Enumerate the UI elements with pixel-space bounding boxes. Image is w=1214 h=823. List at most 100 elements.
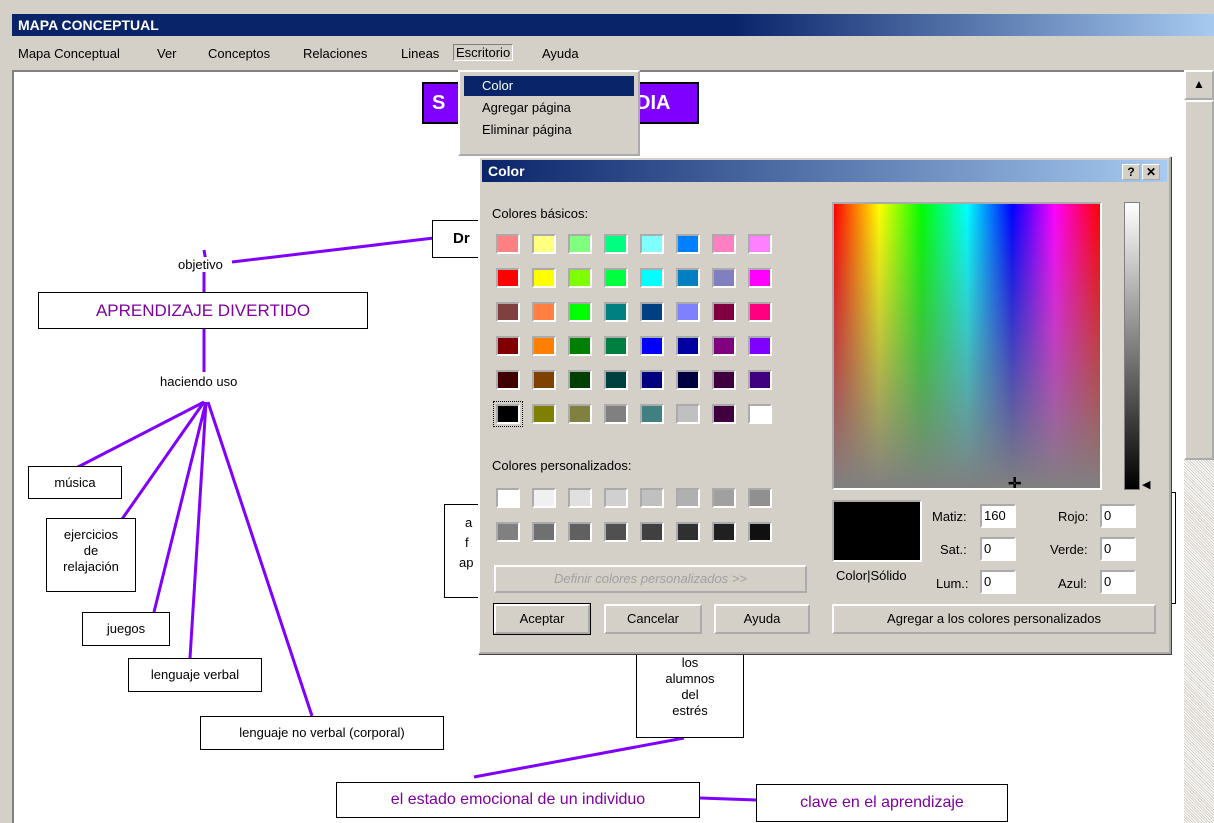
menu-ayuda[interactable]: Ayuda (542, 46, 579, 61)
basic-swatch[interactable] (712, 370, 736, 390)
concept-ejercicios[interactable]: ejercicios de relajación (46, 518, 136, 592)
basic-swatch[interactable] (496, 234, 520, 254)
basic-swatch[interactable] (748, 302, 772, 322)
link-objetivo[interactable]: objetivo (178, 257, 223, 272)
rojo-field[interactable]: 0 (1100, 504, 1136, 528)
basic-swatch[interactable] (712, 234, 736, 254)
basic-swatch[interactable] (748, 370, 772, 390)
custom-swatch[interactable] (568, 488, 592, 508)
basic-swatch[interactable] (568, 370, 592, 390)
azul-field[interactable]: 0 (1100, 570, 1136, 594)
basic-swatch[interactable] (604, 268, 628, 288)
concept-aprendizaje-divertido[interactable]: APRENDIZAJE DIVERTIDO (38, 292, 368, 329)
basic-swatch[interactable] (604, 234, 628, 254)
basic-swatch[interactable] (676, 268, 700, 288)
basic-swatch[interactable] (604, 370, 628, 390)
basic-swatch[interactable] (676, 302, 700, 322)
basic-swatch[interactable] (676, 336, 700, 356)
basic-swatch[interactable] (568, 404, 592, 424)
custom-swatch[interactable] (568, 522, 592, 542)
menu-conceptos[interactable]: Conceptos (208, 46, 270, 61)
basic-swatch[interactable] (676, 370, 700, 390)
vertical-scrollbar[interactable]: ▲ (1184, 70, 1214, 823)
basic-swatch[interactable] (676, 234, 700, 254)
custom-swatch[interactable] (604, 488, 628, 508)
custom-swatch[interactable] (748, 522, 772, 542)
custom-swatch[interactable] (496, 522, 520, 542)
basic-swatch[interactable] (496, 336, 520, 356)
basic-swatch[interactable] (748, 268, 772, 288)
add-to-custom-colors-button[interactable]: Agregar a los colores personalizados (832, 604, 1156, 634)
concept-estado-emocional[interactable]: el estado emocional de un individuo (336, 782, 700, 818)
window-title-bar[interactable]: MAPA CONCEPTUAL (12, 14, 1214, 36)
basic-swatch[interactable] (712, 302, 736, 322)
menu-mapa-conceptual[interactable]: Mapa Conceptual (18, 46, 120, 61)
custom-swatch[interactable] (532, 522, 556, 542)
basic-swatch[interactable] (712, 336, 736, 356)
basic-swatch[interactable] (748, 234, 772, 254)
basic-swatch[interactable] (532, 302, 556, 322)
basic-swatch[interactable] (640, 336, 664, 356)
basic-swatch[interactable] (496, 370, 520, 390)
menu-item-color[interactable]: Color (464, 76, 634, 96)
lum-field[interactable]: 0 (980, 570, 1016, 594)
custom-swatch[interactable] (532, 488, 556, 508)
menu-item-agregar-pagina[interactable]: Agregar página (464, 98, 634, 118)
luminosity-slider[interactable] (1124, 202, 1140, 490)
custom-swatch[interactable] (712, 488, 736, 508)
basic-swatch[interactable] (493, 401, 523, 427)
basic-swatch[interactable] (532, 370, 556, 390)
basic-swatch[interactable] (712, 268, 736, 288)
basic-swatch[interactable] (712, 404, 736, 424)
custom-swatch[interactable] (676, 522, 700, 542)
basic-swatch[interactable] (748, 404, 772, 424)
basic-swatch[interactable] (532, 336, 556, 356)
color-spectrum[interactable]: ✛ (832, 202, 1102, 490)
concept-clave[interactable]: clave en el aprendizaje (756, 784, 1008, 822)
custom-swatch[interactable] (640, 488, 664, 508)
basic-swatch[interactable] (496, 302, 520, 322)
define-custom-colors-button[interactable]: Definir colores personalizados >> (494, 565, 807, 593)
menu-item-eliminar-pagina[interactable]: Eliminar página (464, 120, 634, 140)
luminosity-arrow-icon[interactable]: ◀ (1142, 478, 1150, 491)
basic-swatch[interactable] (532, 234, 556, 254)
concept-alumnos[interactable]: los alumnos del estrés (636, 650, 744, 738)
basic-swatch[interactable] (532, 404, 556, 424)
cancel-button[interactable]: Cancelar (604, 604, 702, 634)
menu-escritorio[interactable]: Escritorio (453, 44, 514, 61)
custom-swatch[interactable] (496, 488, 520, 508)
verde-field[interactable]: 0 (1100, 537, 1136, 561)
close-icon[interactable]: ✕ (1142, 164, 1160, 180)
menu-ver[interactable]: Ver (157, 46, 177, 61)
custom-swatch[interactable] (748, 488, 772, 508)
basic-swatch[interactable] (640, 268, 664, 288)
dialog-title-bar[interactable]: Color ? ✕ (482, 160, 1167, 182)
basic-swatch[interactable] (604, 336, 628, 356)
sat-field[interactable]: 0 (980, 537, 1016, 561)
menu-relaciones[interactable]: Relaciones (303, 46, 367, 61)
basic-swatch[interactable] (676, 404, 700, 424)
basic-swatch[interactable] (568, 268, 592, 288)
basic-swatch[interactable] (568, 336, 592, 356)
scroll-thumb[interactable] (1184, 100, 1214, 460)
basic-swatch[interactable] (604, 302, 628, 322)
custom-swatch[interactable] (640, 522, 664, 542)
basic-swatch[interactable] (748, 336, 772, 356)
concept-musica[interactable]: música (28, 466, 122, 499)
link-haciendo-uso[interactable]: haciendo uso (160, 374, 238, 389)
basic-swatch[interactable] (640, 302, 664, 322)
concept-lenguaje-no-verbal[interactable]: lenguaje no verbal (corporal) (200, 716, 444, 750)
basic-swatch[interactable] (568, 302, 592, 322)
custom-swatch[interactable] (604, 522, 628, 542)
matiz-field[interactable]: 160 (980, 504, 1016, 528)
custom-swatch[interactable] (676, 488, 700, 508)
concept-lenguaje-verbal[interactable]: lenguaje verbal (128, 658, 262, 692)
scroll-up-arrow-icon[interactable]: ▲ (1184, 70, 1214, 100)
accept-button[interactable]: Aceptar (493, 603, 591, 635)
concept-juegos[interactable]: juegos (82, 612, 170, 646)
basic-swatch[interactable] (532, 268, 556, 288)
basic-swatch[interactable] (640, 370, 664, 390)
help-button[interactable]: Ayuda (714, 604, 810, 634)
custom-swatch[interactable] (712, 522, 736, 542)
help-question-icon[interactable]: ? (1122, 164, 1140, 180)
